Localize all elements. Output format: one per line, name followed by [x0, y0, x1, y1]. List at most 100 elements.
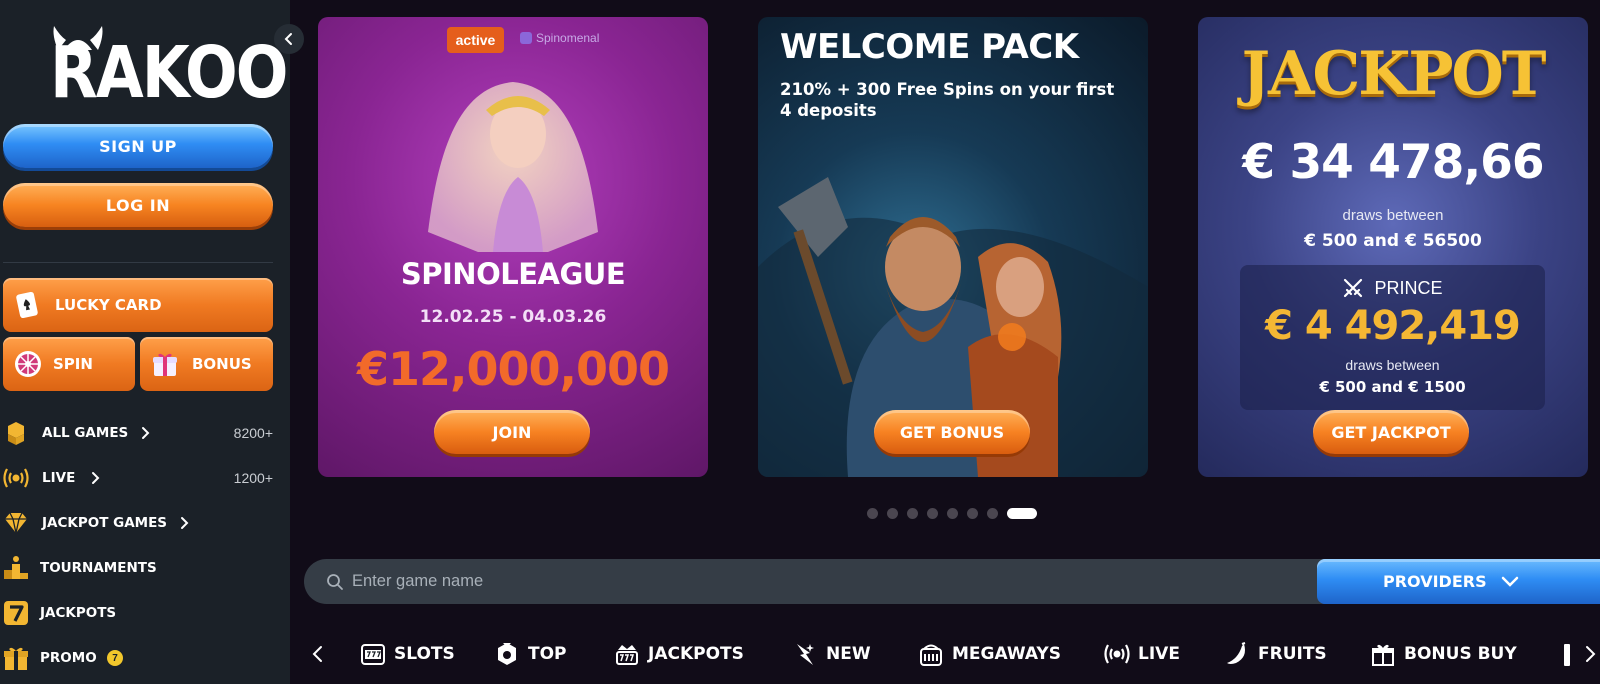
spinoleague-dates: 12.02.25 - 04.03.26: [419, 307, 607, 327]
sidebar-item-label: PROMO: [40, 650, 97, 666]
chevron-right-icon: [142, 427, 150, 439]
bonus-button[interactable]: BONUS: [140, 337, 273, 391]
tab-label: TOP: [528, 644, 567, 664]
gift-box-icon: [153, 353, 177, 376]
sidebar-item-all-games[interactable]: ALL GAMES 8200+: [0, 413, 290, 453]
sidebar-item-promo[interactable]: PROMO 7: [0, 638, 290, 678]
tab-label: BONUS BUY: [1404, 644, 1517, 664]
carousel-pagination: [867, 508, 1037, 519]
jackpot-draws-label: draws between: [1342, 207, 1444, 224]
spin-button[interactable]: SPIN: [3, 337, 135, 391]
tab-new[interactable]: NEW: [792, 636, 871, 672]
spinoleague-prize: €12,000,000: [356, 342, 670, 396]
tab-label: SLOTS: [394, 644, 455, 664]
lucky-card-label: LUCKY CARD: [55, 296, 162, 314]
provider-tag: Spinomenal: [520, 31, 599, 45]
log-in-button[interactable]: LOG IN: [3, 183, 273, 227]
providers-label: PROVIDERS: [1383, 572, 1487, 591]
carousel-dot[interactable]: [927, 508, 938, 519]
logo-wordmark: RAKOO: [50, 30, 288, 115]
prince-label: PRINCE: [1374, 277, 1443, 298]
carousel-dot[interactable]: [967, 508, 978, 519]
games-count: 8200+: [233, 425, 273, 441]
spinomenal-logo-icon: [520, 32, 532, 44]
sidebar-item-live[interactable]: LIVE 1200+: [0, 458, 290, 498]
cubes-icon: [8, 422, 24, 445]
wheel-icon: [15, 351, 41, 377]
get-bonus-button[interactable]: GET BONUS: [874, 410, 1030, 454]
crossed-swords-icon: [1344, 278, 1363, 298]
tab-label: MEGAWAYS: [952, 644, 1061, 664]
tab-label: JACKPOTS: [648, 644, 744, 664]
sidebar-item-label: TOURNAMENTS: [40, 560, 157, 576]
live-count: 1200+: [233, 470, 273, 486]
gift-icon: [4, 647, 28, 670]
search-icon: [327, 574, 343, 590]
jackpot-icon: [616, 645, 638, 665]
promo-count-badge: 7: [107, 650, 123, 666]
tab-top[interactable]: TOP: [494, 636, 567, 672]
sign-up-button[interactable]: SIGN UP: [3, 124, 273, 168]
sidebar-item-label: JACKPOT GAMES: [42, 515, 168, 531]
jackpot-card[interactable]: JACKPOT € 34 478,66 draws between € 500 …: [1198, 17, 1588, 477]
rakoo-logo[interactable]: RAKOO: [50, 22, 288, 108]
sidebar: RAKOO SIGN UP LOG IN LUCKY CARD SPIN BON…: [0, 0, 304, 684]
carousel-dot[interactable]: [867, 508, 878, 519]
lucky-card-button[interactable]: LUCKY CARD: [3, 278, 273, 332]
podium-icon: [4, 556, 28, 579]
welcome-pack-subtitle: 210% + 300 Free Spins on your first 4 de…: [780, 80, 1115, 120]
search-input[interactable]: [352, 559, 1292, 604]
provider-name: Spinomenal: [536, 31, 600, 45]
seven-icon: [4, 601, 28, 625]
tab-label: NEW: [826, 644, 871, 664]
carousel-dot[interactable]: [907, 508, 918, 519]
sidebar-item-jackpots[interactable]: JACKPOTS: [0, 593, 290, 633]
get-jackpot-button[interactable]: GET JACKPOT: [1313, 410, 1469, 454]
carousel-dot[interactable]: [1007, 508, 1037, 519]
banana-icon: [1227, 642, 1246, 664]
chevron-left-icon: [284, 33, 292, 45]
spin-label: SPIN: [53, 355, 93, 373]
tab-live[interactable]: LIVE: [1104, 636, 1180, 672]
chevron-right-icon: [92, 472, 100, 484]
bonus-label: BONUS: [192, 355, 252, 373]
category-tabs: SLOTS TOP JACKPOTS NEW MEGAWAYS LIVE FRU…: [304, 636, 1600, 672]
tab-fruits[interactable]: FRUITS: [1224, 636, 1327, 672]
sidebar-item-jackpot-games[interactable]: JACKPOT GAMES: [0, 503, 290, 543]
top-badge-icon: [498, 643, 516, 665]
sidebar-item-tournaments[interactable]: TOURNAMENTS: [0, 548, 290, 588]
sidebar-item-label: JACKPOTS: [40, 605, 117, 621]
carousel-dot[interactable]: [887, 508, 898, 519]
tab-slots[interactable]: SLOTS: [360, 636, 455, 672]
carousel-dot[interactable]: [987, 508, 998, 519]
prince-header: PRINCE: [1240, 277, 1545, 299]
slot-machine-icon: [361, 644, 385, 665]
welcome-pack-card[interactable]: WELCOME PACK 210% + 300 Free Spins on yo…: [758, 17, 1148, 477]
tab-label: LIVE: [1138, 644, 1180, 664]
scroll-left-arrow-icon[interactable]: [308, 644, 328, 664]
carousel-dot[interactable]: [947, 508, 958, 519]
spinoleague-title: SPINOLEAGUE: [400, 257, 626, 291]
live-icon: [1104, 644, 1130, 664]
gift-icon: [1372, 644, 1394, 666]
scroll-right-arrow-icon[interactable]: [1580, 644, 1600, 664]
playing-card-icon: [16, 291, 38, 319]
chevron-down-icon: [1501, 576, 1518, 587]
goddess-illustration: [428, 82, 598, 252]
join-button[interactable]: JOIN: [434, 410, 590, 454]
tab-megaways[interactable]: MEGAWAYS: [918, 636, 1061, 672]
diamond-icon: [5, 512, 27, 534]
spinoleague-promo-card[interactable]: active Spinomenal SPINOLEAGUE 12.02.25 -…: [318, 17, 708, 477]
tab-jackpots[interactable]: JACKPOTS: [614, 636, 744, 672]
welcome-pack-title: WELCOME PACK: [780, 27, 1079, 67]
chevron-right-icon: [181, 517, 189, 529]
collapse-sidebar-button[interactable]: [274, 24, 304, 54]
tab-bonus-buy[interactable]: BONUS BUY: [1370, 636, 1517, 672]
prince-draws-range: € 500 and € 1500: [1319, 378, 1466, 396]
prince-amount: € 4 492,419: [1265, 303, 1521, 349]
active-tag: active: [447, 27, 504, 53]
sidebar-item-label: LIVE: [42, 470, 76, 486]
new-star-icon: [797, 644, 814, 665]
providers-dropdown-button[interactable]: PROVIDERS: [1317, 559, 1600, 604]
jackpot-draws-range: € 500 and € 56500: [1304, 231, 1482, 251]
